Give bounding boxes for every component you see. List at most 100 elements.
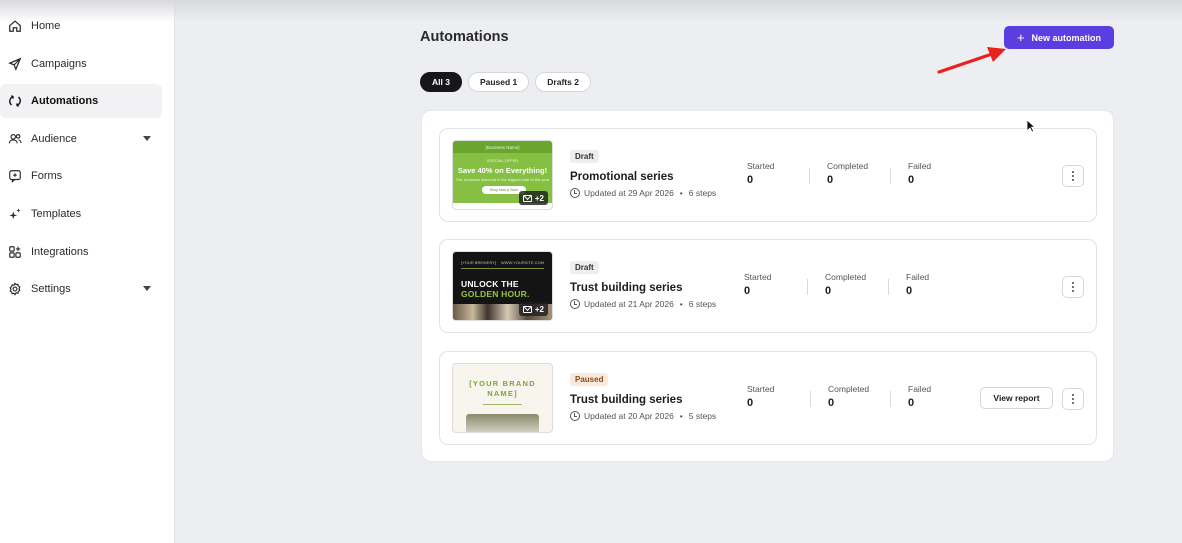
automation-meta: Updated at 21 Apr 2026 • 6 steps: [570, 299, 716, 309]
more-options-button[interactable]: [1062, 276, 1084, 298]
new-automation-button[interactable]: + New automation: [1004, 26, 1114, 49]
thumb-image: [466, 414, 539, 432]
thumb-headline: Save 40% on Everything!: [457, 166, 548, 175]
stat-value: 0: [906, 285, 913, 297]
chevron-down-icon[interactable]: [143, 286, 151, 291]
stat-started: Started 0: [744, 272, 771, 297]
automation-title[interactable]: Promotional series: [570, 171, 674, 183]
new-automation-label: New automation: [1031, 32, 1102, 43]
stat-completed: Completed 0: [825, 272, 866, 297]
red-arrow-annotation: [937, 47, 1006, 74]
stat-label: Completed: [827, 161, 869, 171]
automation-title[interactable]: Trust building series: [570, 394, 682, 406]
stat-value: 0: [827, 174, 834, 186]
status-badge: Paused: [570, 373, 609, 386]
thumb-special: SPECIAL OFFER: [486, 158, 519, 163]
sidebar-item-forms[interactable]: Forms: [0, 159, 162, 193]
sidebar-item-label: Forms: [31, 170, 63, 182]
stat-divider: [807, 279, 808, 295]
grid-plus-icon: [7, 244, 23, 260]
email-count: +2: [534, 193, 544, 203]
step-count: 5 steps: [688, 411, 717, 421]
form-icon: [7, 168, 23, 184]
status-badge: Draft: [570, 150, 599, 163]
automation-card[interactable]: [YOUR BREWERY] WWW.YOURSITE.COM UNLOCK T…: [439, 239, 1097, 333]
stat-label: Failed: [908, 384, 932, 394]
stat-failed: Failed 0: [908, 161, 931, 186]
step-count: 6 steps: [688, 299, 717, 309]
mouse-cursor-icon: [1026, 119, 1036, 133]
stat-divider: [890, 391, 891, 407]
meta-separator: •: [679, 188, 683, 198]
sidebar-item-campaigns[interactable]: Campaigns: [0, 47, 162, 81]
meta-separator: •: [679, 299, 683, 309]
sidebar-item-audience[interactable]: Audience: [0, 122, 162, 156]
stat-label: Started: [747, 161, 775, 171]
sidebar-item-label: Audience: [31, 133, 77, 145]
stat-completed: Completed 0: [828, 384, 869, 409]
thumb-rule: [483, 404, 522, 405]
stat-label: Started: [744, 272, 772, 282]
clock-icon: [570, 299, 580, 309]
stat-label: Completed: [828, 384, 870, 394]
sidebar-item-automations[interactable]: Automations: [0, 84, 162, 118]
more-options-button[interactable]: [1062, 388, 1084, 410]
email-thumbnail[interactable]: [YOUR BREWERY] WWW.YOURSITE.COM UNLOCK T…: [452, 251, 553, 321]
thumb-brand: [YOUR BRAND NAME]: [453, 379, 552, 399]
email-count-badge: +2: [518, 302, 548, 316]
email-count-badge: +2: [518, 191, 548, 205]
gear-icon: [7, 281, 23, 297]
email-count: +2: [534, 304, 544, 314]
email-thumbnail[interactable]: [Business Name] SPECIAL OFFER Save 40% o…: [452, 140, 553, 210]
filter-all[interactable]: All 3: [420, 72, 462, 92]
thumb-brand: [YOUR BREWERY]: [461, 260, 497, 265]
sidebar-item-label: Templates: [31, 208, 82, 220]
stat-value: 0: [744, 285, 751, 297]
stat-failed: Failed 0: [908, 384, 931, 409]
refresh-icon: [7, 93, 23, 109]
stat-divider: [810, 391, 811, 407]
thumb-headline-2: GOLDEN HOUR.: [461, 289, 530, 299]
clock-icon: [570, 188, 580, 198]
chevron-down-icon[interactable]: [143, 136, 151, 141]
stat-value: 0: [747, 397, 754, 409]
sidebar-item-home[interactable]: Home: [0, 9, 162, 43]
thumb-business-name: [Business Name]: [453, 141, 552, 153]
stat-divider: [890, 168, 891, 184]
plus-icon: +: [1016, 30, 1025, 45]
sidebar-item-label: Campaigns: [31, 58, 87, 70]
email-thumbnail[interactable]: [YOUR BRAND NAME]: [452, 363, 553, 433]
stat-value: 0: [825, 285, 832, 297]
updated-at: Updated at 29 Apr 2026: [584, 188, 674, 198]
more-options-button[interactable]: [1062, 165, 1084, 187]
sidebar-item-settings[interactable]: Settings: [0, 272, 162, 306]
thumb-brand-line-2: NAME]: [487, 389, 518, 398]
updated-at: Updated at 21 Apr 2026: [584, 299, 674, 309]
meta-separator: •: [679, 411, 683, 421]
stat-failed: Failed 0: [906, 272, 929, 297]
users-icon: [7, 131, 23, 147]
automation-card[interactable]: [YOUR BRAND NAME] Paused Trust building …: [439, 351, 1097, 445]
stat-value: 0: [747, 174, 754, 186]
updated-at: Updated at 20 Apr 2026: [584, 411, 674, 421]
sidebar-item-templates[interactable]: Templates: [0, 197, 162, 231]
view-report-button[interactable]: View report: [980, 387, 1053, 409]
filter-drafts[interactable]: Drafts 2: [535, 72, 591, 92]
thumb-rule: [461, 268, 544, 269]
status-badge: Draft: [570, 261, 599, 274]
automations-list: [Business Name] SPECIAL OFFER Save 40% o…: [421, 110, 1114, 462]
sidebar-item-label: Automations: [31, 95, 99, 107]
page-title: Automations: [420, 29, 509, 45]
sidebar-item-integrations[interactable]: Integrations: [0, 235, 162, 269]
stat-value: 0: [828, 397, 835, 409]
sidebar: Home Campaigns Automations Audience Form…: [0, 0, 175, 543]
stat-started: Started 0: [747, 384, 774, 409]
home-icon: [7, 18, 23, 34]
automation-card[interactable]: [Business Name] SPECIAL OFFER Save 40% o…: [439, 128, 1097, 222]
automation-title[interactable]: Trust building series: [570, 282, 682, 294]
stat-label: Started: [747, 384, 775, 394]
thumb-sub: Our exclusive discount is the biggest sa…: [455, 177, 550, 182]
filter-paused[interactable]: Paused 1: [467, 72, 530, 92]
stat-completed: Completed 0: [827, 161, 868, 186]
sparkle-icon: [7, 206, 23, 222]
